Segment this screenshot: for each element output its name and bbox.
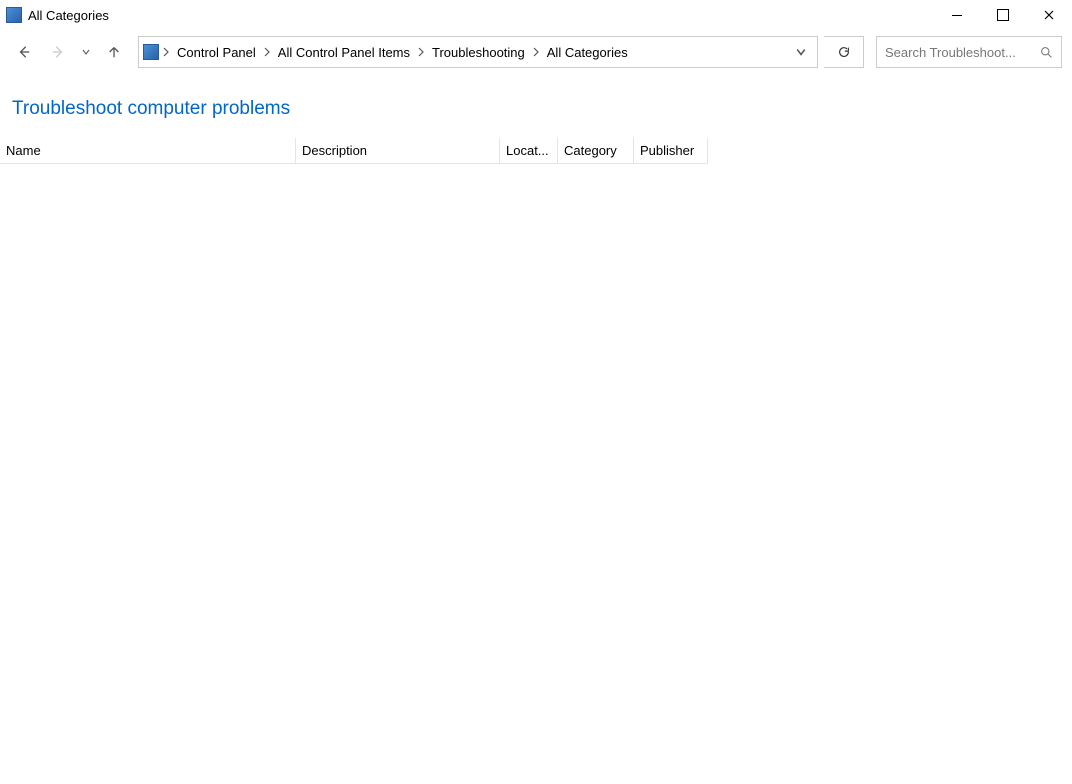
breadcrumb[interactable]: Control Panel [173, 45, 260, 60]
breadcrumb[interactable]: All Control Panel Items [274, 45, 414, 60]
close-button[interactable] [1026, 0, 1072, 30]
refresh-button[interactable] [824, 36, 864, 68]
address-bar[interactable]: Control Panel All Control Panel Items Tr… [138, 36, 818, 68]
maximize-button[interactable] [980, 0, 1026, 30]
search-placeholder: Search Troubleshoot... [885, 45, 1034, 60]
search-input[interactable]: Search Troubleshoot... [876, 36, 1062, 68]
up-button[interactable] [100, 38, 128, 66]
column-header-publisher[interactable]: Publisher [634, 138, 708, 164]
address-dropdown-button[interactable] [789, 37, 813, 67]
chevron-right-icon[interactable] [264, 45, 270, 60]
location-icon [143, 44, 159, 60]
column-header-location[interactable]: Locat... [500, 138, 558, 164]
chevron-right-icon[interactable] [418, 45, 424, 60]
troubleshooter-table: Name Description Locat... Category Publi… [0, 138, 1072, 164]
breadcrumb[interactable]: Troubleshooting [428, 45, 529, 60]
column-header-description[interactable]: Description [296, 138, 500, 164]
column-header-name[interactable]: Name [0, 138, 296, 164]
titlebar: All Categories [0, 0, 1072, 30]
chevron-right-icon[interactable] [533, 45, 539, 60]
nav-row: Control Panel All Control Panel Items Tr… [0, 30, 1072, 82]
app-icon [6, 7, 22, 23]
minimize-button[interactable] [934, 0, 980, 30]
window-title: All Categories [28, 8, 109, 23]
recent-locations-button[interactable] [78, 48, 94, 56]
forward-button[interactable] [44, 38, 72, 66]
column-header-category[interactable]: Category [558, 138, 634, 164]
chevron-right-icon[interactable] [163, 45, 169, 60]
search-icon [1040, 46, 1053, 59]
back-button[interactable] [10, 38, 38, 66]
page-title: Troubleshoot computer problems [0, 82, 1072, 138]
breadcrumb[interactable]: All Categories [543, 45, 632, 60]
